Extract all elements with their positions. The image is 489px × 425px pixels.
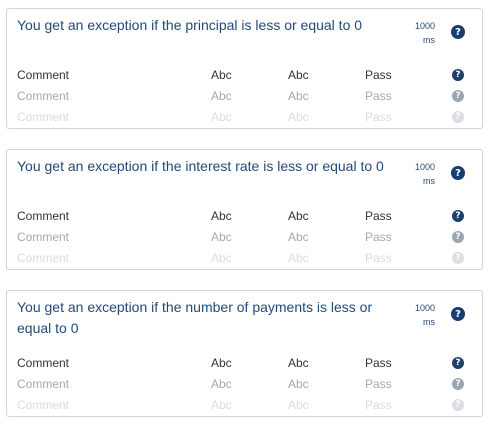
- row-status: Pass: [365, 209, 392, 223]
- row-value-a: Abc: [211, 209, 232, 223]
- test-card-number-of-payments: You get an exception if the number of pa…: [6, 290, 483, 417]
- row-value-a: Abc: [211, 230, 232, 244]
- card-title: You get an exception if the principal is…: [17, 17, 363, 33]
- row-value-b: Abc: [288, 356, 309, 370]
- row-status: Pass: [365, 230, 392, 244]
- row-value-a: Abc: [211, 89, 232, 103]
- help-icon[interactable]: ?: [451, 307, 465, 321]
- row-value-a: Abc: [211, 356, 232, 370]
- row-help-icon[interactable]: ?: [452, 378, 464, 390]
- result-row: Comment Abc Abc Pass ?: [7, 206, 482, 227]
- result-row: Comment Abc Abc Pass ?: [7, 248, 482, 269]
- row-help-icon[interactable]: ?: [452, 210, 464, 222]
- test-card-principal: You get an exception if the principal is…: [6, 8, 483, 129]
- row-comment: Comment: [17, 251, 70, 265]
- row-value-b: Abc: [288, 110, 309, 124]
- row-value-b: Abc: [288, 398, 309, 412]
- row-value-a: Abc: [211, 398, 232, 412]
- row-comment: Comment: [17, 209, 70, 223]
- row-value-a: Abc: [211, 110, 232, 124]
- row-value-b: Abc: [288, 68, 309, 82]
- row-help-icon[interactable]: ?: [452, 357, 464, 369]
- row-comment: Comment: [17, 68, 70, 82]
- duration-label: 1000 ms: [403, 301, 435, 329]
- result-row: Comment Abc Abc Pass ?: [7, 374, 482, 395]
- row-comment: Comment: [17, 377, 70, 391]
- duration-unit: ms: [423, 317, 435, 327]
- row-help-icon[interactable]: ?: [452, 90, 464, 102]
- row-comment: Comment: [17, 89, 70, 103]
- duration-value: 1000: [414, 162, 435, 172]
- result-row: Comment Abc Abc Pass ?: [7, 395, 482, 416]
- row-value-b: Abc: [288, 89, 309, 103]
- row-help-icon[interactable]: ?: [452, 399, 464, 411]
- row-help-icon[interactable]: ?: [452, 231, 464, 243]
- duration-unit: ms: [423, 35, 435, 45]
- row-value-b: Abc: [288, 209, 309, 223]
- row-help-icon[interactable]: ?: [452, 69, 464, 81]
- result-row: Comment Abc Abc Pass ?: [7, 107, 482, 128]
- card-title: You get an exception if the number of pa…: [17, 299, 373, 336]
- row-comment: Comment: [17, 398, 70, 412]
- row-status: Pass: [365, 398, 392, 412]
- row-comment: Comment: [17, 356, 70, 370]
- duration-label: 1000 ms: [403, 19, 435, 47]
- result-row: Comment Abc Abc Pass ?: [7, 65, 482, 86]
- duration-value: 1000: [414, 303, 435, 313]
- row-status: Pass: [365, 89, 392, 103]
- row-status: Pass: [365, 68, 392, 82]
- row-comment: Comment: [17, 230, 70, 244]
- help-icon[interactable]: ?: [451, 166, 465, 180]
- row-value-a: Abc: [211, 68, 232, 82]
- duration-unit: ms: [423, 176, 435, 186]
- row-status: Pass: [365, 251, 392, 265]
- row-help-icon[interactable]: ?: [452, 252, 464, 264]
- duration-value: 1000: [414, 21, 435, 31]
- result-row: Comment Abc Abc Pass ?: [7, 86, 482, 107]
- row-value-b: Abc: [288, 377, 309, 391]
- row-status: Pass: [365, 377, 392, 391]
- duration-label: 1000 ms: [403, 160, 435, 188]
- card-title: You get an exception if the interest rat…: [17, 158, 384, 174]
- row-help-icon[interactable]: ?: [452, 111, 464, 123]
- result-row: Comment Abc Abc Pass ?: [7, 227, 482, 248]
- row-value-a: Abc: [211, 377, 232, 391]
- row-value-a: Abc: [211, 251, 232, 265]
- row-status: Pass: [365, 110, 392, 124]
- row-value-b: Abc: [288, 251, 309, 265]
- row-status: Pass: [365, 356, 392, 370]
- row-comment: Comment: [17, 110, 70, 124]
- result-row: Comment Abc Abc Pass ?: [7, 353, 482, 374]
- help-icon[interactable]: ?: [451, 25, 465, 39]
- test-card-interest-rate: You get an exception if the interest rat…: [6, 149, 483, 270]
- row-value-b: Abc: [288, 230, 309, 244]
